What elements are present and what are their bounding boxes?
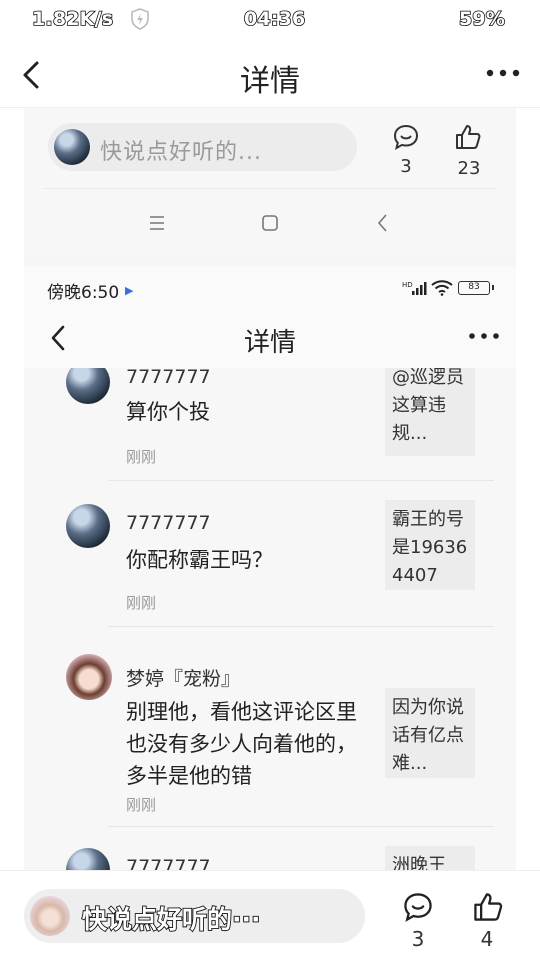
comment-icon[interactable] <box>402 891 434 923</box>
comment-item: 7777777 洲晚王 <box>24 844 516 870</box>
comment-divider <box>108 626 494 627</box>
home-square-icon <box>262 215 278 231</box>
quoted-reply: 霸王的号是196364407 <box>385 500 475 590</box>
more-options-icon <box>469 333 499 339</box>
comment-list: 7777777 算你个投 刚刚 @巡逻员 这算违规... 7777777 你配称… <box>24 368 516 870</box>
like-icon <box>456 125 481 149</box>
comment-item: 7777777 你配称霸王吗？ 刚刚 霸王的号是196364407 <box>24 488 516 638</box>
quoted-reply: 因为你说话有亿点难... <box>385 688 475 778</box>
commenter-avatar <box>66 654 112 700</box>
embedded-nav-bar: 详情 <box>24 310 516 368</box>
commenter-name: 7777777 <box>126 512 211 534</box>
comment-text: 你配称霸王吗？ <box>126 548 273 572</box>
comment-item: 7777777 算你个投 刚刚 @巡逻员 这算违规... <box>24 368 516 494</box>
play-store-icon: ▶ <box>125 284 134 297</box>
like-icon[interactable] <box>472 891 504 923</box>
network-speed: 1.82K/s <box>31 7 114 31</box>
shield-icon <box>131 8 149 30</box>
user-avatar <box>30 896 70 936</box>
battery-level: 59% <box>458 7 506 31</box>
comment-input[interactable]: 快说点好听的··· <box>24 889 365 943</box>
back-triangle-icon <box>377 214 387 232</box>
embedded-comment-count: 3 <box>400 156 412 177</box>
embedded-battery: 83 <box>458 281 494 295</box>
comment-icon <box>393 124 419 151</box>
commenter-avatar <box>66 848 110 870</box>
quoted-reply: @巡逻员 这算违规... <box>385 368 475 456</box>
signal-icon: HD <box>402 281 427 295</box>
menu-icon <box>150 216 164 230</box>
comment-item: 梦婷『宠粉』 别理他，看他这评论区里也没有多少人向着他的，多半是他的错 刚刚 因… <box>24 634 516 834</box>
quoted-reply: 洲晚王 <box>385 846 475 870</box>
embedded-status-bar: 傍晚6:50 ▶ HD 83 <box>24 266 516 310</box>
comment-divider <box>108 826 494 827</box>
commenter-name: 7777777 <box>126 368 211 388</box>
comment-time: 刚刚 <box>126 448 157 466</box>
top-nav-bar: 详情 <box>0 44 540 106</box>
comment-input-placeholder: 快说点好听的··· <box>81 904 261 935</box>
like-count: 4 <box>480 927 494 951</box>
avatar <box>54 129 90 165</box>
commenter-name: 梦婷『宠粉』 <box>126 668 241 690</box>
wifi-icon <box>431 280 453 296</box>
embedded-comment-bar: 快说点好听的... 3 23 <box>24 108 516 254</box>
commenter-avatar <box>66 504 110 548</box>
comment-text: 别理他，看他这评论区里也没有多少人向着他的，多半是他的错 <box>126 700 357 788</box>
comment-time: 刚刚 <box>126 594 157 612</box>
page-title: 详情 <box>240 64 300 99</box>
post-image[interactable]: 快说点好听的... 3 23 傍晚6:50 ▶ HD 83 详情 7777777… <box>24 108 516 870</box>
embedded-input-placeholder: 快说点好听的... <box>100 140 262 165</box>
commenter-name: 7777777 <box>126 856 211 870</box>
embedded-divider <box>44 188 496 189</box>
comment-text: 算你个投 <box>126 400 210 424</box>
embedded-page-title: 详情 <box>243 328 296 358</box>
svg-text:HD: HD <box>402 281 413 289</box>
comment-time: 刚刚 <box>126 796 157 814</box>
embedded-clock: 傍晚6:50 <box>47 283 120 303</box>
comment-divider <box>108 480 494 481</box>
embedded-comment-input: 快说点好听的... <box>48 123 357 171</box>
more-options-icon[interactable] <box>485 66 521 80</box>
embedded-like-count: 23 <box>457 158 481 179</box>
commenter-avatar <box>66 368 110 404</box>
bottom-comment-bar: 快说点好听的··· 3 4 <box>0 870 540 960</box>
clock: 04:36 <box>243 7 306 31</box>
comment-count: 3 <box>411 927 425 951</box>
status-bar: 1.82K/s 04:36 59% <box>0 0 540 40</box>
